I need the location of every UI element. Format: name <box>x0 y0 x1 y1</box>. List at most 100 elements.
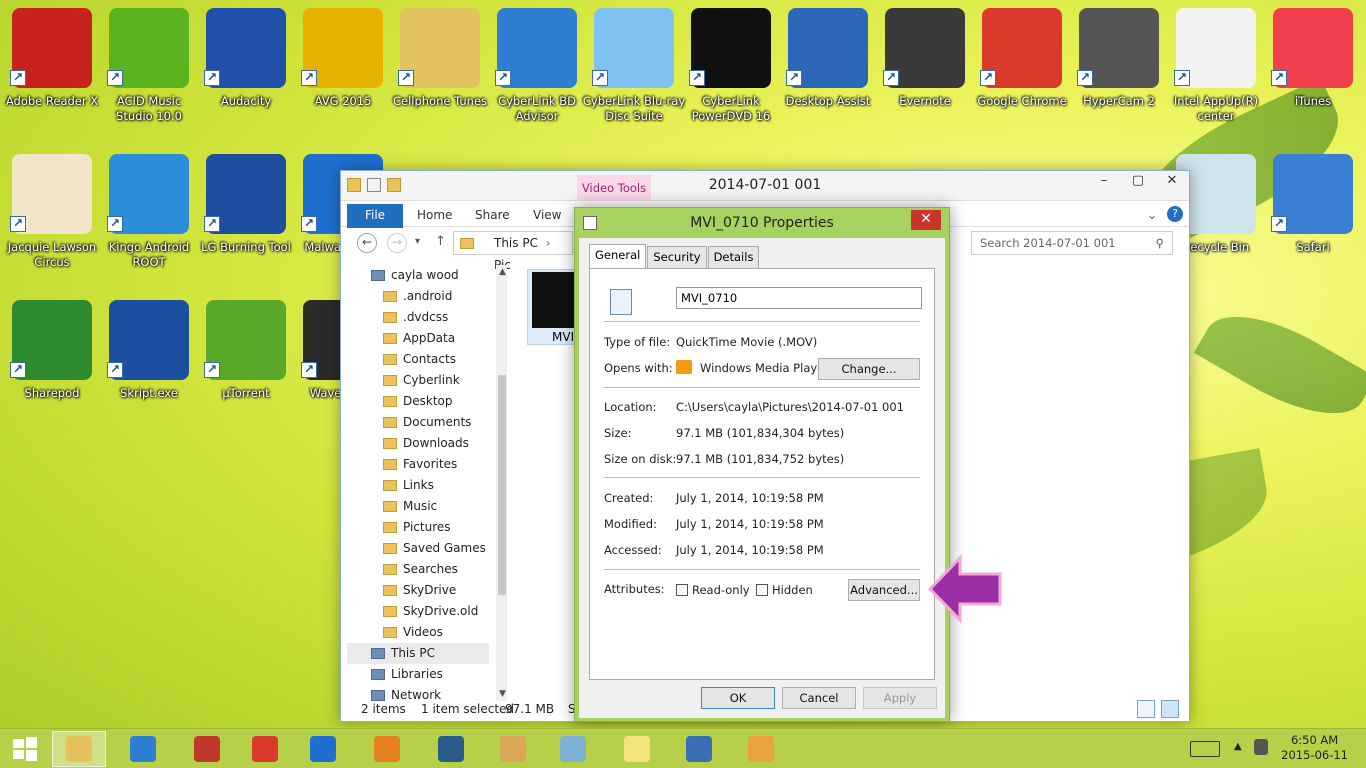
desktop-icon[interactable]: ↗ CyberLink PowerDVD 16 <box>685 4 777 146</box>
start-button[interactable] <box>0 731 50 767</box>
scroll-up-icon[interactable]: ▲ <box>499 267 506 277</box>
breadcrumb-this-pc[interactable]: This PC <box>494 236 538 250</box>
apply-button[interactable]: Apply <box>863 687 937 709</box>
taskbar-app[interactable] <box>424 731 478 767</box>
taskbar-app[interactable] <box>672 731 726 767</box>
tab-view[interactable]: View <box>533 208 561 222</box>
checkbox-icon[interactable] <box>756 584 768 596</box>
back-icon[interactable]: ← <box>357 233 377 253</box>
taskbar-app[interactable] <box>238 731 292 767</box>
desktop-icon[interactable]: ↗ Evernote <box>879 4 971 146</box>
search-input[interactable]: Search 2014-07-01 001 ⚲ <box>971 231 1173 255</box>
nav-item[interactable]: Pictures <box>347 517 506 538</box>
taskbar: ▲ 6:50 AM 2015-06-11 <box>0 728 1366 768</box>
taskbar-app[interactable] <box>116 731 170 767</box>
nav-item[interactable]: .dvdcss <box>347 307 506 328</box>
advanced-button[interactable]: Advanced... <box>848 579 920 601</box>
desktop-icon[interactable]: ↗ Audacity <box>200 4 292 146</box>
folder-icon <box>383 564 397 575</box>
tab-home[interactable]: Home <box>417 208 452 222</box>
breadcrumb[interactable]: This PC › Pic <box>453 231 573 272</box>
change-button[interactable]: Change... <box>818 358 920 380</box>
system-clock[interactable]: 6:50 AM 2015-06-11 <box>1281 733 1348 763</box>
nav-item[interactable]: Downloads <box>347 433 506 454</box>
tab-file[interactable]: File <box>347 204 403 228</box>
tab-security[interactable]: Security <box>647 246 707 268</box>
cancel-button[interactable]: Cancel <box>782 687 856 709</box>
nav-item[interactable]: AppData <box>347 328 506 349</box>
desktop-icon[interactable]: ↗ ACID Music Studio 10.0 <box>103 4 195 146</box>
taskbar-app[interactable] <box>296 731 350 767</box>
nav-item[interactable]: cayla wood <box>347 265 506 286</box>
nav-item[interactable]: Saved Games <box>347 538 506 559</box>
checkbox-icon[interactable] <box>676 584 688 596</box>
taskbar-app[interactable] <box>486 731 540 767</box>
nav-item[interactable]: Desktop <box>347 391 506 412</box>
tab-general[interactable]: General <box>589 244 647 268</box>
tab-share[interactable]: Share <box>475 208 510 222</box>
power-icon[interactable] <box>1254 739 1268 755</box>
desktop-icon[interactable]: ↗ Kingo Android ROOT <box>103 150 195 292</box>
maximize-icon[interactable]: ▢ <box>1121 171 1155 193</box>
nav-scrollbar[interactable]: ▲ ▼ <box>496 265 506 701</box>
forward-icon[interactable]: → <box>387 233 407 253</box>
file-name-field[interactable]: MVI_0710 <box>676 287 922 309</box>
shortcut-arrow-icon: ↗ <box>689 70 705 86</box>
nav-item-label: .android <box>403 289 453 303</box>
nav-item[interactable]: This PC <box>347 643 489 664</box>
read-only-checkbox[interactable]: Read-only <box>676 583 750 597</box>
desktop-icon[interactable]: ↗ µTorrent <box>200 296 292 438</box>
nav-item[interactable]: Links <box>347 475 506 496</box>
desktop-icon[interactable]: ↗ Sharepod <box>6 296 98 438</box>
nav-item[interactable]: Documents <box>347 412 506 433</box>
taskbar-app[interactable] <box>610 731 664 767</box>
nav-item[interactable]: Searches <box>347 559 506 580</box>
taskbar-app[interactable] <box>180 731 234 767</box>
taskbar-app[interactable] <box>734 731 788 767</box>
nav-item[interactable]: Cyberlink <box>347 370 506 391</box>
desktop-icon[interactable]: ↗ Skript.exe <box>103 296 195 438</box>
scroll-thumb[interactable] <box>498 375 506 595</box>
desktop-icon[interactable]: ↗ Cellphone Tunes <box>393 4 487 146</box>
desktop-icon[interactable]: ↗ Jacquie Lawson Circus <box>6 150 98 292</box>
recent-locations-icon[interactable]: ▾ <box>415 236 420 247</box>
close-icon[interactable]: ✕ <box>1155 171 1189 193</box>
desktop-icon[interactable]: ↗ HyperCam 2 <box>1073 4 1165 146</box>
help-icon[interactable]: ? <box>1167 206 1183 222</box>
nav-item[interactable]: Libraries <box>347 664 506 685</box>
minimize-icon[interactable]: – <box>1087 171 1121 193</box>
large-icons-view-icon[interactable] <box>1161 700 1179 718</box>
up-icon[interactable]: ↑ <box>435 234 446 249</box>
nav-item[interactable]: Music <box>347 496 506 517</box>
nav-item[interactable]: .android <box>347 286 506 307</box>
hidden-checkbox[interactable]: Hidden <box>756 583 813 597</box>
shortcut-arrow-icon: ↗ <box>495 70 511 86</box>
show-hidden-icons-icon[interactable]: ▲ <box>1234 741 1242 752</box>
nav-item[interactable]: Contacts <box>347 349 506 370</box>
details-view-icon[interactable] <box>1137 700 1155 718</box>
taskbar-app[interactable] <box>546 731 600 767</box>
taskbar-app[interactable] <box>360 731 414 767</box>
desktop-icon[interactable]: ↗ AVG 2015 <box>297 4 389 146</box>
tab-details[interactable]: Details <box>707 246 760 268</box>
close-icon[interactable]: ✕ <box>911 210 941 230</box>
desktop-icon[interactable]: ↗ Desktop Assist <box>782 4 874 146</box>
desktop-icon[interactable]: ↗ CyberLink Blu-ray Disc Suite <box>583 4 685 146</box>
desktop-icon[interactable]: ↗ Google Chrome <box>976 4 1068 146</box>
nav-item-label: SkyDrive <box>403 583 457 597</box>
desktop-icon[interactable]: ↗ Safari <box>1267 150 1359 292</box>
desktop-icon[interactable]: ↗ LG Burning Tool <box>200 150 292 292</box>
size-on-disk-label: Size on disk: <box>604 452 677 466</box>
nav-item[interactable]: Videos <box>347 622 506 643</box>
keyboard-icon[interactable] <box>1190 741 1220 757</box>
nav-item[interactable]: SkyDrive <box>347 580 506 601</box>
nav-item[interactable]: Favorites <box>347 454 506 475</box>
desktop-icon[interactable]: ↗ Intel AppUp(R) center <box>1170 4 1262 146</box>
desktop-icon[interactable]: ↗ CyberLink BD Advisor <box>491 4 583 146</box>
ok-button[interactable]: OK <box>701 687 775 709</box>
taskbar-app[interactable] <box>52 731 106 767</box>
desktop-icon[interactable]: ↗ Adobe Reader X <box>6 4 98 146</box>
expand-ribbon-icon[interactable]: ⌄ <box>1147 208 1157 222</box>
desktop-icon[interactable]: ↗ iTunes <box>1267 4 1359 146</box>
nav-item[interactable]: SkyDrive.old <box>347 601 506 622</box>
